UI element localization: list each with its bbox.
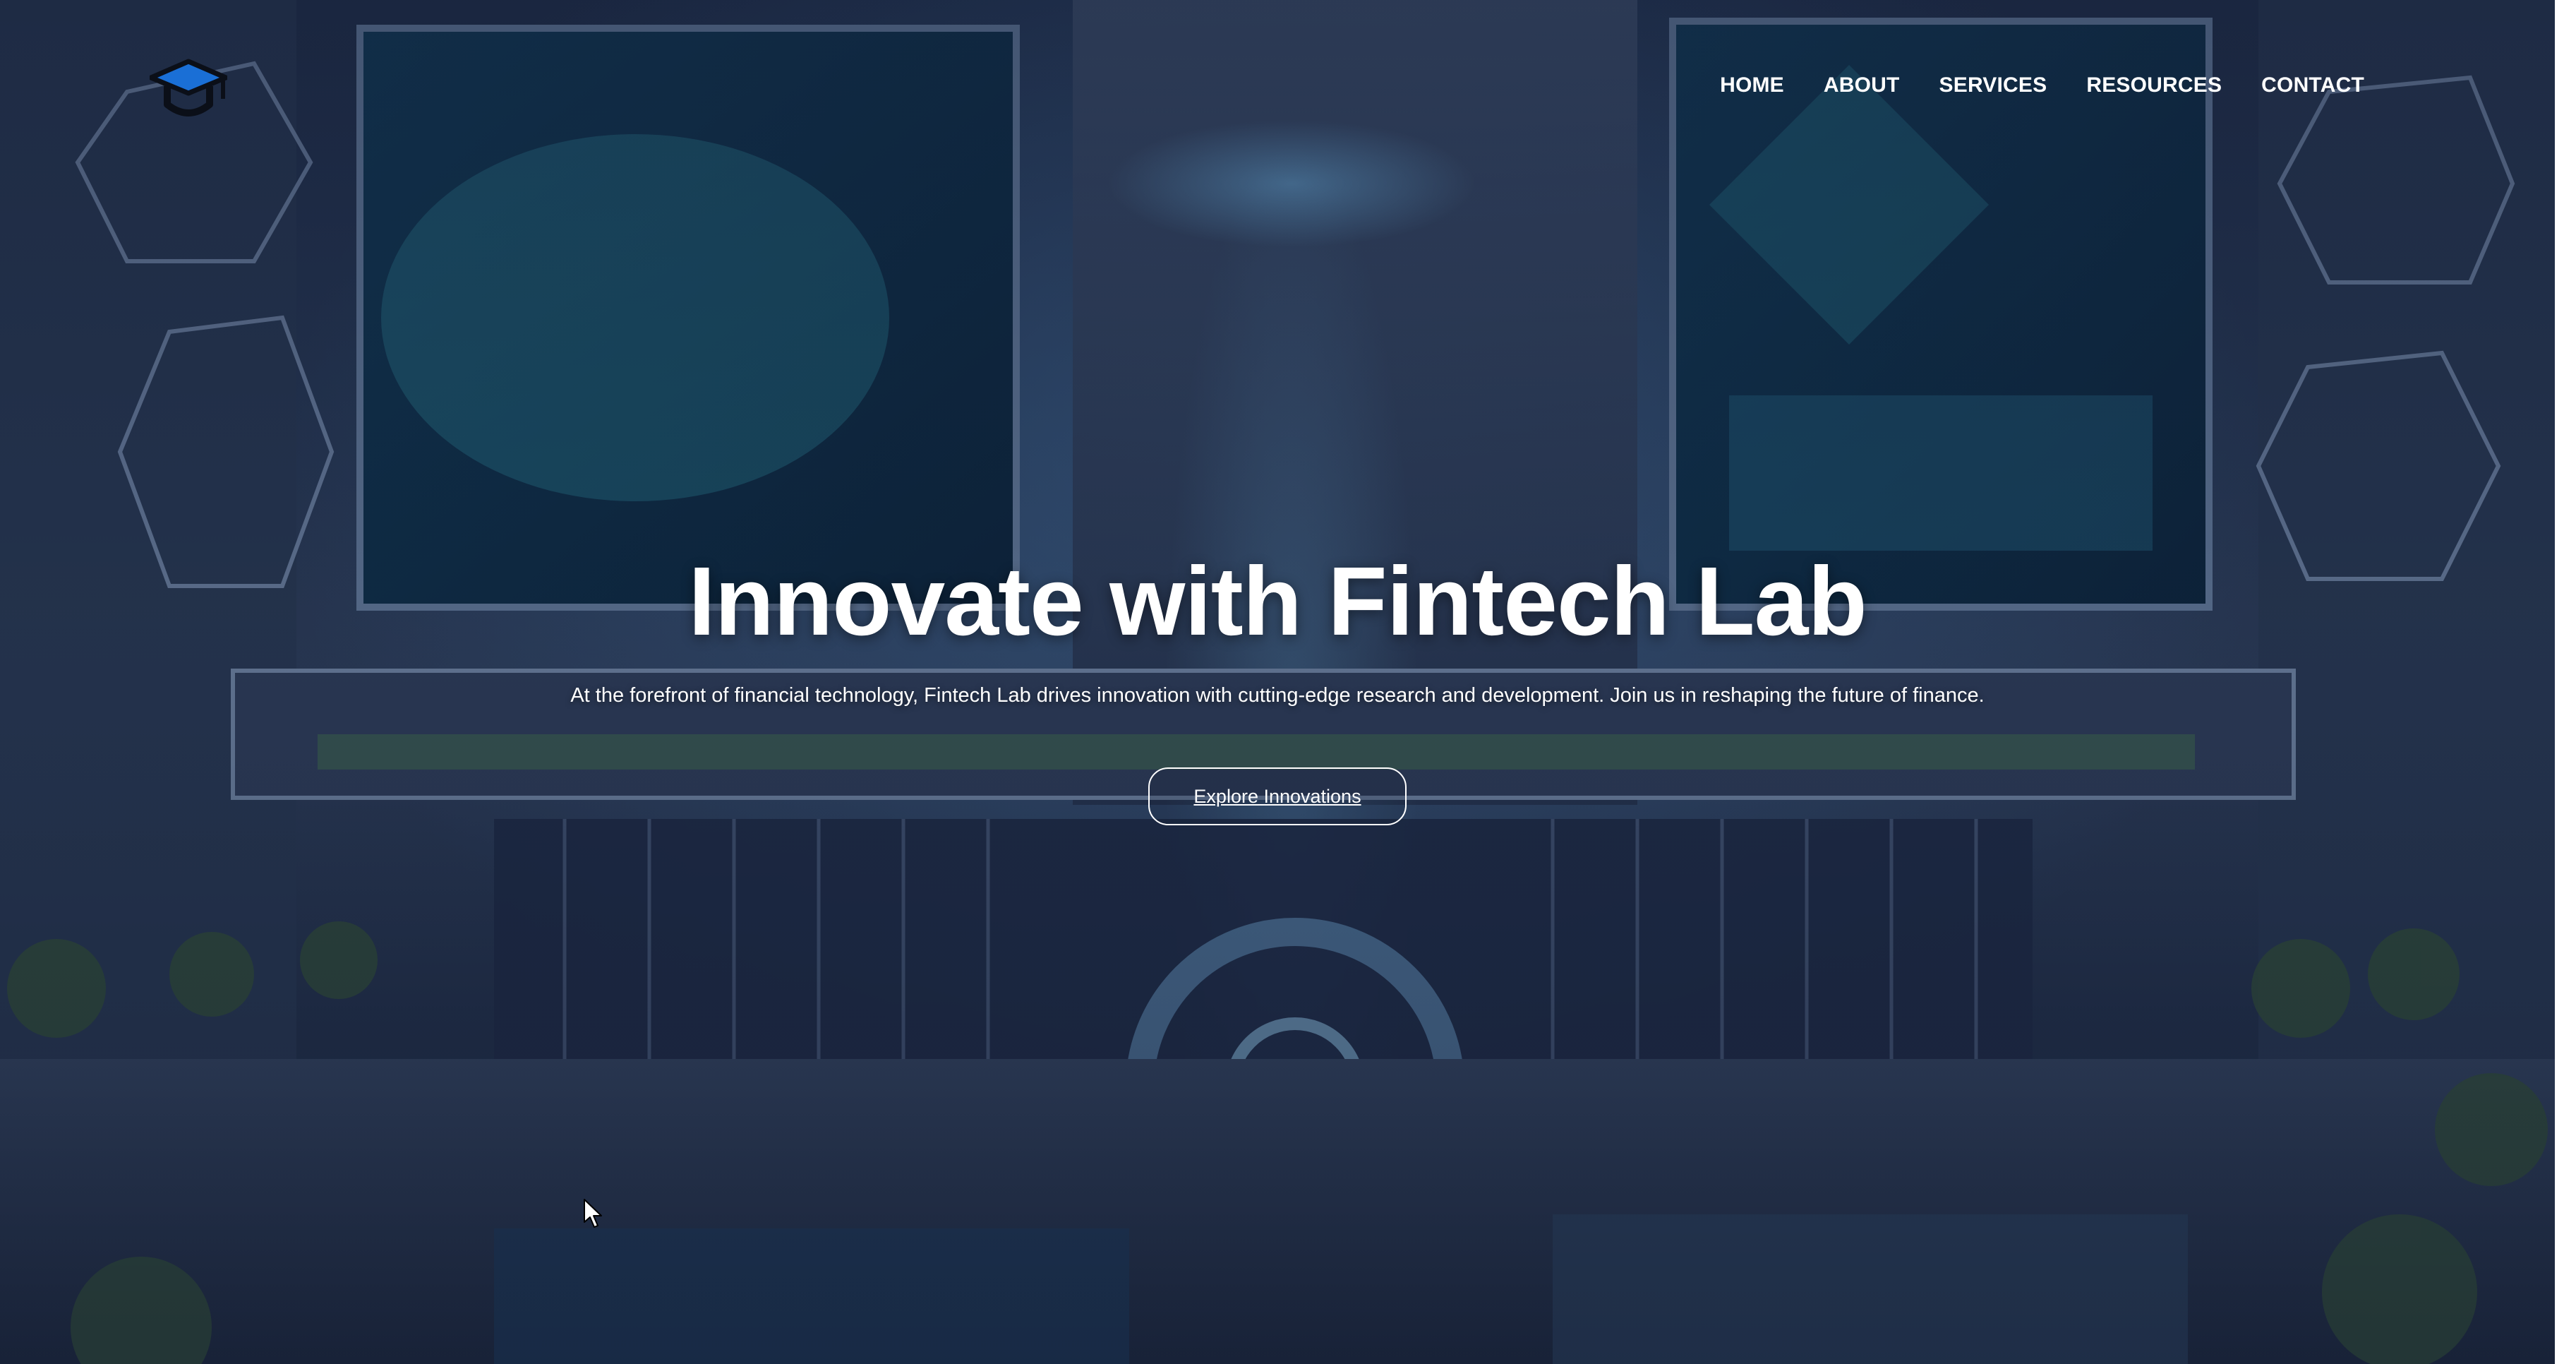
main-nav: HOME ABOUT SERVICES RESOURCES CONTACT [1680, 73, 2364, 97]
explore-innovations-button[interactable]: Explore Innovations [1148, 767, 1407, 825]
nav-link-contact[interactable]: CONTACT [2261, 73, 2364, 97]
hero-title: Innovate with Fintech Lab [688, 547, 1867, 656]
page-edge [2555, 0, 2576, 1364]
nav-link-about[interactable]: ABOUT [1824, 73, 1900, 97]
nav-link-resources[interactable]: RESOURCES [2086, 73, 2222, 97]
mouse-cursor-icon [584, 1199, 602, 1228]
graduation-cap-icon[interactable] [148, 58, 229, 121]
nav-link-home[interactable]: HOME [1720, 73, 1784, 97]
hero-content: Innovate with Fintech Lab At the forefro… [0, 551, 2555, 825]
nav-link-services[interactable]: SERVICES [1939, 73, 2047, 97]
hero-section: HOME ABOUT SERVICES RESOURCES CONTACT In… [0, 0, 2555, 1364]
hero-subtitle: At the forefront of financial technology… [570, 683, 1985, 707]
